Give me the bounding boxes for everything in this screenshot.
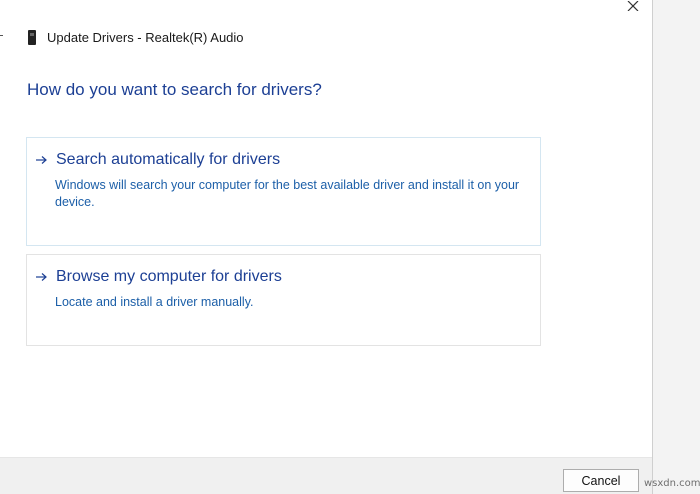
background-window-edge [652, 0, 700, 494]
option-title-row: Search automatically for drivers [35, 151, 280, 169]
cancel-button[interactable]: Cancel [563, 469, 639, 492]
close-icon [627, 1, 639, 11]
dialog-title-bar: Update Drivers - Realtek(R) Audio [28, 27, 244, 47]
option-description: Locate and install a driver manually. [55, 295, 254, 309]
watermark: wsxdn.com [644, 478, 700, 489]
device-icon [28, 29, 36, 45]
page-heading: How do you want to search for drivers? [27, 80, 322, 99]
browse-computer-option[interactable]: Browse my computer for drivers Locate an… [26, 254, 541, 346]
screen: Update Drivers - Realtek(R) Audio How do… [0, 0, 700, 494]
arrow-right-icon [36, 273, 47, 281]
option-title-row: Browse my computer for drivers [35, 268, 282, 286]
window-edge-mark [0, 35, 3, 36]
dialog-footer: Cancel [0, 457, 652, 494]
arrow-right-icon [36, 156, 47, 164]
option-title: Search automatically for drivers [56, 151, 281, 168]
close-button[interactable] [620, 0, 646, 12]
option-description: Windows will search your computer for th… [55, 178, 520, 209]
update-drivers-dialog: Update Drivers - Realtek(R) Audio How do… [0, 0, 652, 494]
option-title: Browse my computer for drivers [56, 268, 282, 285]
dialog-title: Update Drivers - Realtek(R) Audio [47, 29, 244, 45]
search-automatically-option[interactable]: Search automatically for drivers Windows… [26, 137, 541, 246]
